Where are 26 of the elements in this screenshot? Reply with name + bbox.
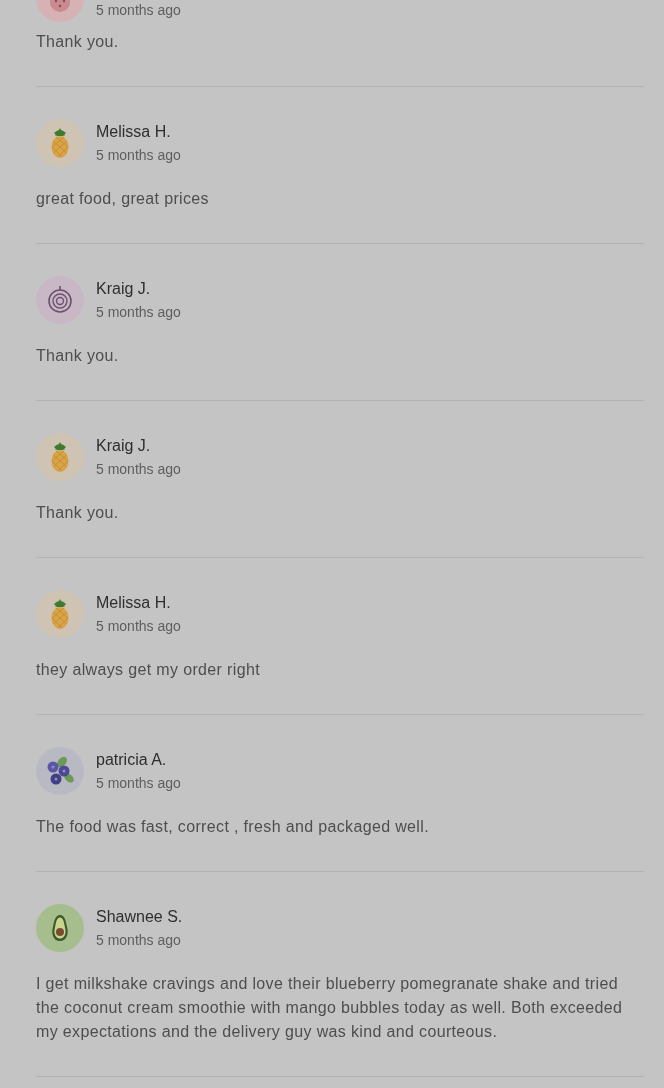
review-text: Thank you. [36,503,120,523]
review-text: Thank you. [36,346,120,366]
reviewer-name: Shawnee S. [96,907,183,927]
review-text: The food was fast, correct , fresh and packaged well. [36,817,430,837]
pineapple-icon [36,119,84,167]
review-text: Thank you. [36,32,120,52]
pineapple-icon [36,590,84,638]
reviewer-name: patricia A. [96,750,168,770]
review-time: 5 months ago [96,146,181,165]
reviewer-name: Melissa H. [96,122,172,142]
review-time: 5 months ago [96,303,181,322]
reviewer-name: Melissa H. [96,593,172,613]
review-time: 5 months ago [96,1,181,20]
review-text: great food, great prices [36,189,210,209]
pineapple-icon [36,433,84,481]
review-text: I get milkshake cravings and love their blueberry pomegranate shake and tried the coconut cream smoothie with mango bubbles today as well. Both exceeded my expectations and the delivery guy was kind and courteous. [36,974,624,1042]
avocado-icon [36,904,84,952]
review-text: they always get my order right [36,660,261,680]
review-time: 5 months ago [96,774,181,793]
onion-icon [36,276,84,324]
review-time: 5 months ago [96,460,181,479]
reviewer-name: Kraig J. [96,279,152,299]
review-time: 5 months ago [96,931,182,950]
blueberries-icon [36,747,84,795]
reviewer-name: Kraig J. [96,436,152,456]
review-time: 5 months ago [96,617,181,636]
